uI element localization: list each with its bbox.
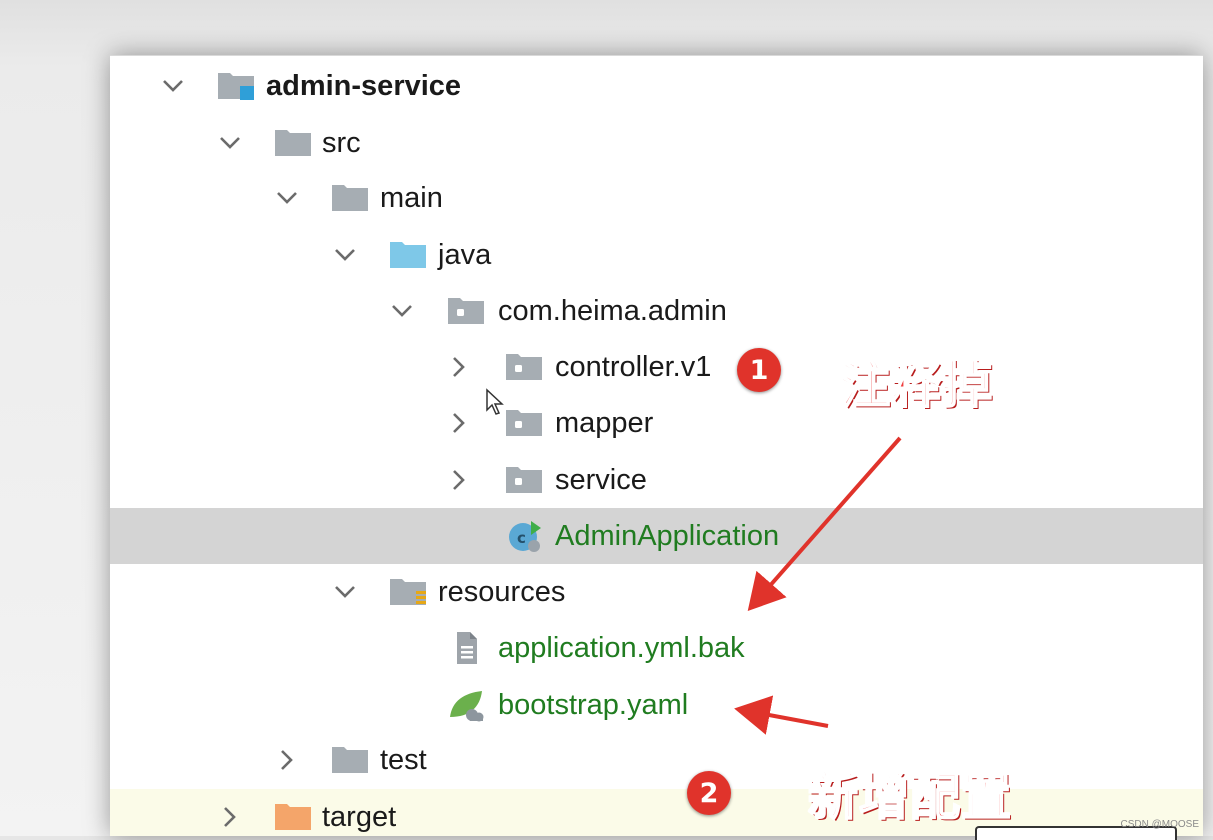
tree-item-label: controller.v1 bbox=[555, 351, 712, 383]
tree-item-label: java bbox=[438, 239, 492, 271]
chevron-down-icon[interactable] bbox=[158, 68, 188, 104]
tree-item-label: service bbox=[555, 464, 647, 496]
panel-divider bbox=[110, 55, 1203, 56]
module-folder-icon bbox=[216, 70, 256, 102]
spring-config-file-icon bbox=[446, 689, 486, 722]
text-file-icon bbox=[446, 632, 486, 664]
tree-item-label: mapper bbox=[555, 407, 654, 439]
tree-item-admin-application[interactable]: c AdminApplication bbox=[110, 508, 1203, 564]
tree-item-resources[interactable]: resources bbox=[110, 564, 1203, 620]
folder-icon bbox=[330, 182, 370, 214]
tree-item-label: main bbox=[380, 182, 443, 214]
tree-item-label: src bbox=[322, 127, 361, 159]
tree-item-java[interactable]: java bbox=[110, 227, 1203, 283]
chevron-right-icon[interactable] bbox=[272, 742, 302, 778]
chevron-down-icon[interactable] bbox=[330, 574, 360, 610]
tree-item-label: com.heima.admin bbox=[498, 295, 727, 327]
package-icon bbox=[504, 464, 544, 496]
folder-icon bbox=[273, 127, 313, 159]
tree-item-controller-v1[interactable]: controller.v1 bbox=[110, 339, 1203, 395]
tree-item-label: test bbox=[380, 744, 427, 776]
tree-item-label: application.yml.bak bbox=[498, 632, 745, 664]
tree-item-admin-service[interactable]: admin-service bbox=[110, 58, 1203, 114]
package-icon bbox=[504, 351, 544, 383]
tree-item-label: target bbox=[322, 801, 397, 833]
chevron-down-icon[interactable] bbox=[330, 237, 360, 273]
tree-item-bootstrap-yaml[interactable]: bootstrap.yaml bbox=[110, 677, 1203, 733]
excluded-folder-icon bbox=[273, 801, 313, 833]
tree-item-com-heima-admin[interactable]: com.heima.admin bbox=[110, 283, 1203, 339]
chevron-right-icon[interactable] bbox=[215, 799, 245, 835]
tree-item-label: resources bbox=[438, 576, 566, 608]
tree-item-src[interactable]: src bbox=[110, 115, 1203, 171]
tree-item-label: AdminApplication bbox=[555, 520, 780, 552]
package-icon bbox=[504, 407, 544, 439]
chevron-right-icon[interactable] bbox=[444, 349, 474, 385]
chevron-down-icon[interactable] bbox=[215, 125, 245, 161]
tree-item-target[interactable]: target bbox=[110, 789, 1203, 836]
tree-item-mapper[interactable]: mapper bbox=[110, 395, 1203, 451]
tree-item-test[interactable]: test bbox=[110, 732, 1203, 788]
tree-item-label: bootstrap.yaml bbox=[498, 689, 689, 721]
folder-icon bbox=[330, 744, 370, 776]
chevron-down-icon[interactable] bbox=[272, 180, 302, 216]
chevron-right-icon[interactable] bbox=[444, 462, 474, 498]
tree-item-label: admin-service bbox=[266, 70, 462, 102]
svg-text:c: c bbox=[517, 529, 526, 547]
tree-item-main[interactable]: main bbox=[110, 170, 1203, 226]
tree-item-service[interactable]: service bbox=[110, 452, 1203, 508]
project-tree-panel: admin-service src main java com.heima.ad… bbox=[110, 55, 1203, 836]
source-root-folder-icon bbox=[388, 239, 428, 271]
chevron-right-icon[interactable] bbox=[444, 405, 474, 441]
tree-item-application-yml-bak[interactable]: application.yml.bak bbox=[110, 620, 1203, 676]
chevron-down-icon[interactable] bbox=[387, 293, 417, 329]
spring-boot-class-icon: c bbox=[504, 520, 544, 552]
resources-folder-icon bbox=[388, 576, 428, 608]
package-icon bbox=[446, 295, 486, 327]
